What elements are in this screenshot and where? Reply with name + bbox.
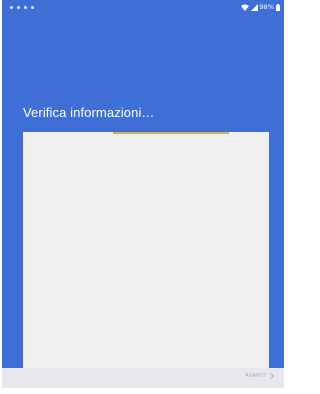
notification-dot <box>24 6 27 9</box>
bottom-navigation-bar: AVANTI <box>2 368 284 388</box>
chevron-right-icon <box>270 373 274 379</box>
setup-screen: 98% Verifica informazioni… <box>2 0 284 388</box>
wifi-icon <box>240 4 249 11</box>
status-bar: 98% <box>2 0 284 16</box>
signal-icon <box>250 3 258 11</box>
next-button[interactable]: AVANTI <box>245 373 274 379</box>
next-button-label: AVANTI <box>245 373 266 379</box>
progress-bar <box>23 132 269 134</box>
progress-bar-fill <box>113 132 229 134</box>
status-icons: 98% <box>240 3 280 11</box>
notification-dot <box>10 6 13 9</box>
battery-percentage: 98% <box>259 3 274 11</box>
content-card <box>23 132 269 368</box>
notification-dot <box>17 6 20 9</box>
battery-icon <box>276 3 280 11</box>
notification-dot <box>31 6 34 9</box>
notification-dots <box>10 6 34 9</box>
page-title: Verifica informazioni… <box>23 105 155 120</box>
